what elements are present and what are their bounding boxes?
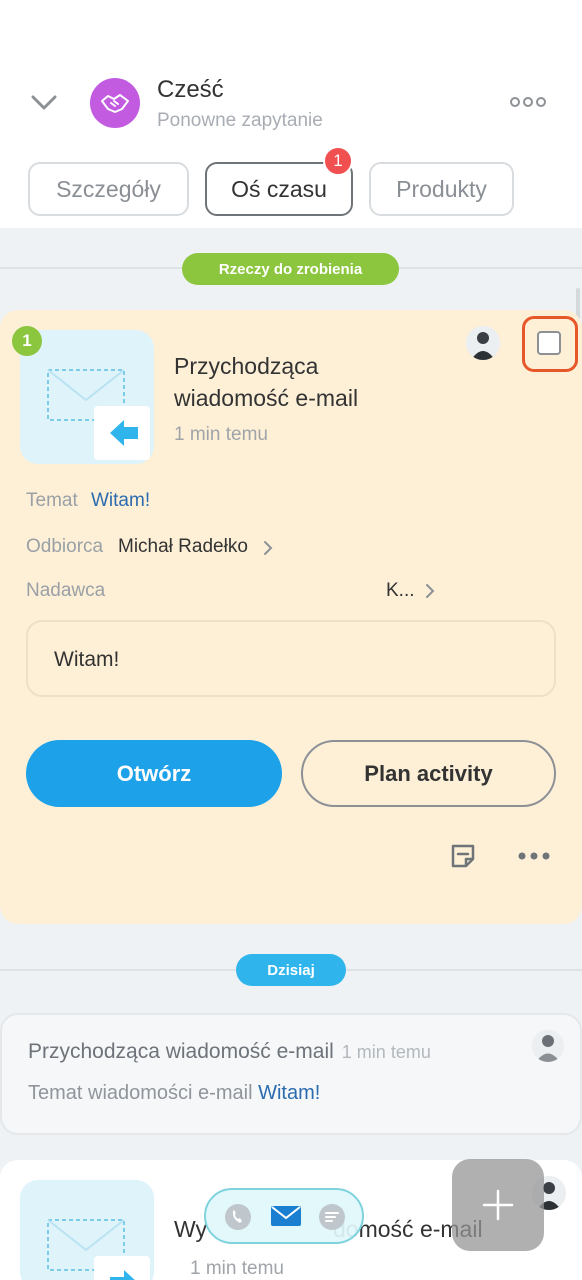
page-subtitle: Ponowne zapytanie (157, 110, 323, 131)
subject-link[interactable]: Witam! (91, 490, 150, 512)
plan-activity-button[interactable]: Plan activity (301, 740, 556, 807)
sender-label: Nadawca (26, 580, 106, 601)
more-icon[interactable] (510, 95, 546, 109)
tab-products[interactable]: Produkty (369, 162, 514, 216)
activity-title[interactable]: Przychodząca wiadomość e-mail (174, 350, 434, 414)
deal-avatar (90, 78, 140, 128)
activity-time: 1 min temu (190, 1258, 284, 1279)
chevron-right-icon (264, 541, 273, 555)
todo-pill: Rzeczy do zrobienia (182, 253, 399, 285)
history-item-subject: Temat wiadomości e-mail Witam! (28, 1082, 320, 1105)
complete-activity-checkbox[interactable] (537, 331, 561, 355)
plus-icon (482, 1189, 514, 1221)
mail-icon[interactable] (270, 1204, 302, 1228)
today-pill: Dzisiaj (236, 954, 346, 986)
history-item-title: Przychodząca wiadomość e-mail 1 min temu (28, 1040, 431, 1064)
incoming-email-illustration (20, 330, 154, 464)
add-button[interactable] (452, 1159, 544, 1251)
sender-value[interactable]: K... (386, 580, 415, 602)
activity-time: 1 min temu (174, 424, 268, 445)
phone-icon[interactable] (224, 1203, 252, 1231)
envelope-icon (47, 369, 150, 460)
note-icon[interactable] (449, 842, 477, 870)
page-title: Cześć (157, 76, 224, 103)
history-item-title-text: Przychodząca wiadomość e-mail (28, 1040, 334, 1063)
user-photo-icon (466, 326, 500, 360)
recipient-value[interactable]: Michał Radełko (118, 536, 248, 558)
timeline-badge: 1 (323, 146, 353, 176)
history-item-card[interactable] (0, 1013, 582, 1135)
open-button[interactable]: Otwórz (26, 740, 282, 807)
chevron-down-icon[interactable] (30, 90, 58, 114)
email-preview[interactable]: Witam! (26, 620, 556, 697)
history-subject-label: Temat wiadomości e-mail (28, 1082, 253, 1104)
more-horizontal-icon[interactable] (518, 850, 550, 862)
user-photo-icon (532, 1030, 564, 1062)
history-item-time: 1 min temu (341, 1042, 431, 1062)
envelope-icon (47, 1219, 150, 1280)
activity-title-left: Wy (174, 1216, 208, 1242)
activity-counter-badge: 1 (12, 326, 42, 356)
history-subject-link[interactable]: Witam! (258, 1082, 320, 1104)
recipient-label: Odbiorca (26, 536, 104, 557)
history-avatar[interactable] (532, 1030, 564, 1062)
subject-label: Temat (26, 490, 78, 511)
responsible-avatar[interactable] (466, 326, 500, 360)
chevron-right-icon (426, 584, 435, 598)
outgoing-email-illustration (20, 1180, 154, 1280)
communication-bar (204, 1188, 364, 1244)
handshake-icon (101, 94, 129, 113)
chat-icon[interactable] (318, 1203, 346, 1231)
tab-details[interactable]: Szczegóły (28, 162, 189, 216)
